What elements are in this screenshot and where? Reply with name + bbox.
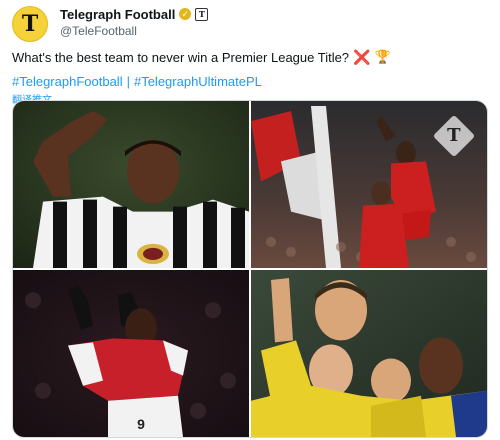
arsenal-player-image: 9 bbox=[13, 270, 249, 437]
liverpool-players-photo[interactable]: T bbox=[251, 101, 487, 268]
hashtag-telegraph-ultimate-pl[interactable]: #TelegraphUltimatePL bbox=[134, 74, 262, 89]
hashtags: #TelegraphFootball | #TelegraphUltimateP… bbox=[12, 72, 486, 90]
cross-mark-icon: ❌ bbox=[353, 48, 371, 65]
avatar[interactable]: T bbox=[12, 6, 48, 42]
arsenal-player-photo[interactable]: 9 bbox=[13, 270, 249, 437]
affiliate-badge-icon[interactable]: T bbox=[195, 7, 209, 21]
hashtag-separator: | bbox=[126, 73, 130, 89]
tweet-header: T Telegraph Football ✓ T @TeleFootball bbox=[12, 6, 486, 44]
newcastle-player-image bbox=[13, 101, 249, 268]
tweet-text: What's the best team to never win a Prem… bbox=[12, 48, 486, 66]
author-info: Telegraph Football ✓ T @TeleFootball bbox=[60, 6, 209, 38]
handle[interactable]: @TeleFootball bbox=[60, 24, 208, 38]
arsenal-yellow-players-image bbox=[251, 270, 487, 437]
trophy-icon: 🏆 bbox=[374, 49, 391, 64]
hashtag-telegraph-football[interactable]: #TelegraphFootball bbox=[12, 74, 123, 89]
svg-text:9: 9 bbox=[137, 416, 145, 432]
media-grid: T 9 bbox=[12, 100, 488, 438]
verified-badge-icon[interactable]: ✓ bbox=[179, 8, 192, 20]
newcastle-player-photo[interactable] bbox=[13, 101, 249, 268]
name-row: Telegraph Football ✓ T bbox=[60, 6, 209, 22]
arsenal-yellow-players-photo[interactable] bbox=[251, 270, 487, 437]
display-name[interactable]: Telegraph Football bbox=[60, 7, 175, 22]
tweet-body: What's the best team to never win a Prem… bbox=[12, 49, 350, 65]
tweet-card[interactable]: T Telegraph Football ✓ T @TeleFootball W… bbox=[0, 0, 500, 440]
avatar-logo: T bbox=[21, 11, 39, 37]
